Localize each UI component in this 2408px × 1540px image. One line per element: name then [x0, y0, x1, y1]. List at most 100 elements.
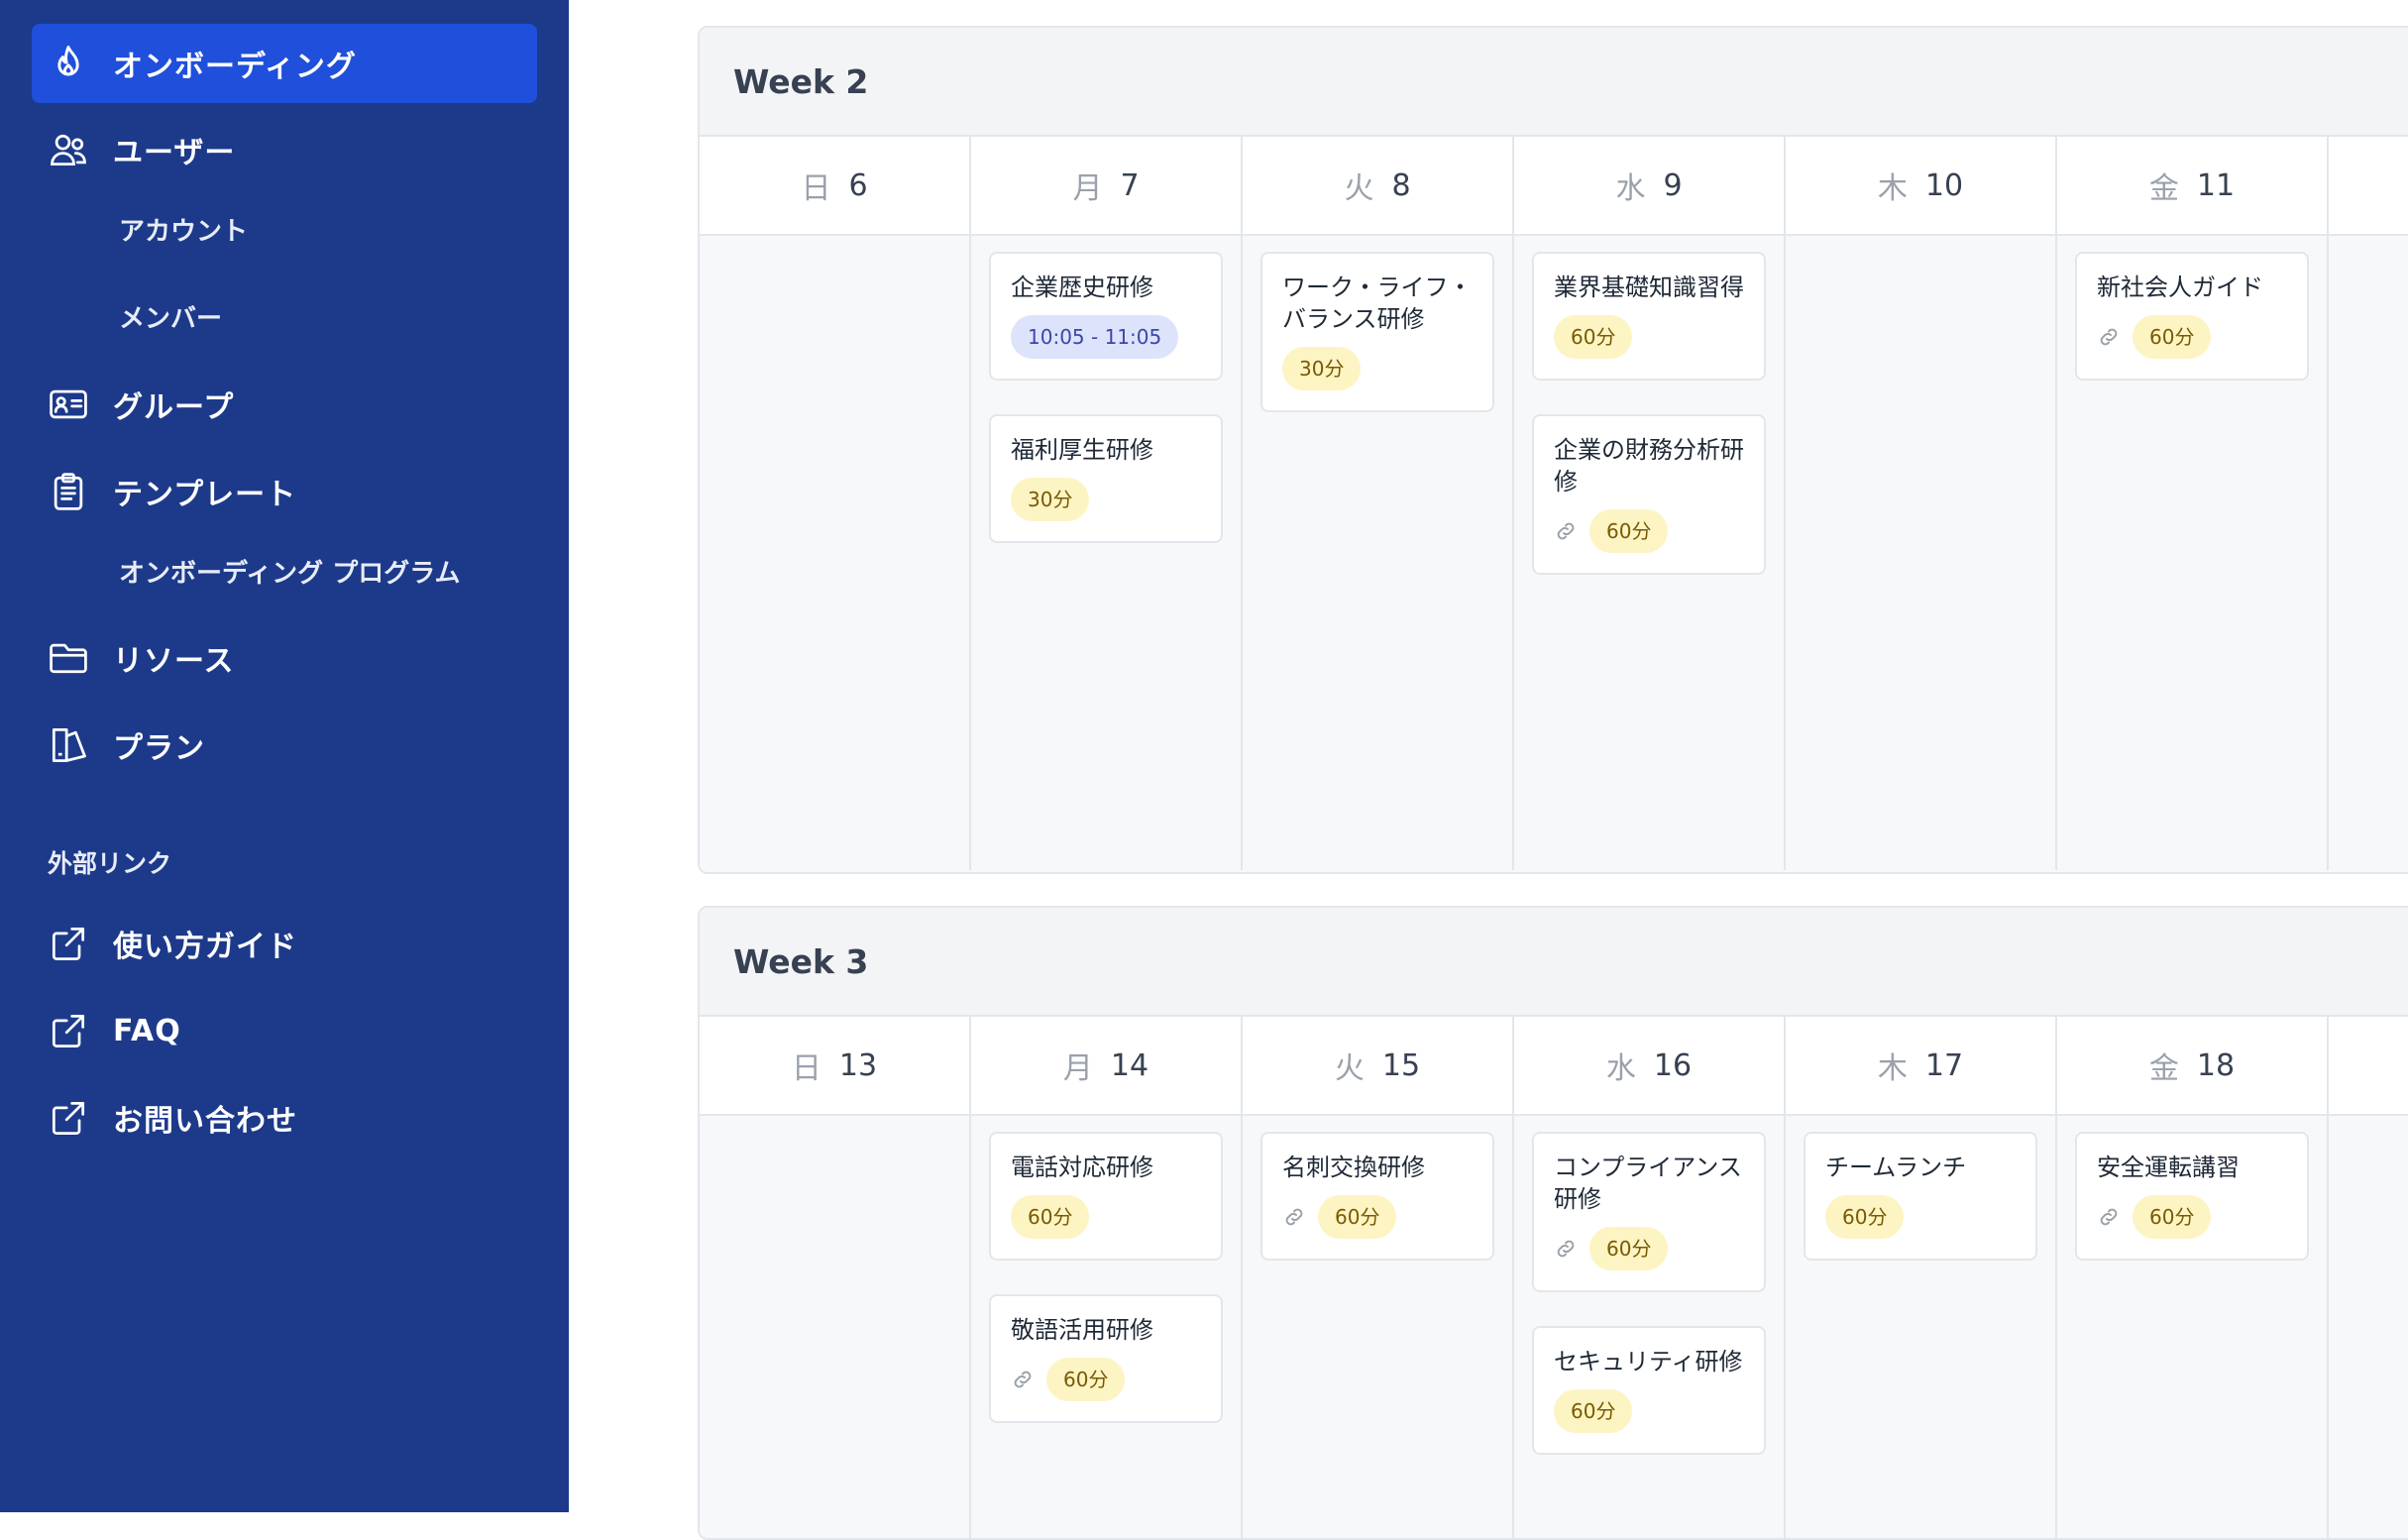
- id-card-icon: [46, 382, 91, 427]
- event-meta: 60分: [1554, 1227, 1746, 1270]
- event-title: 名刺交換研修: [1282, 1154, 1425, 1181]
- event-meta: 30分: [1011, 478, 1203, 521]
- event-meta: 60分: [2097, 1195, 2289, 1239]
- nav-guide[interactable]: 使い方ガイド: [32, 904, 537, 983]
- day-columns: 電話対応研修 60分 敬語活用研修 60分 名刺交換研修 60分 コンプライアンス研修 60分…: [700, 1116, 2408, 1538]
- nav-resources[interactable]: リソース: [32, 618, 537, 698]
- nav-templates[interactable]: テンプレート: [32, 452, 537, 531]
- external-link-icon: [46, 1008, 91, 1053]
- nav-onboarding[interactable]: オンボーディング: [32, 24, 537, 103]
- day-name: 水: [1605, 1051, 1636, 1086]
- clipboard-icon: [46, 469, 91, 514]
- nav-groups[interactable]: グループ: [32, 365, 537, 444]
- flame-icon: [46, 41, 91, 86]
- duration-badge: 30分: [1282, 347, 1362, 390]
- event-card[interactable]: 電話対応研修 60分: [989, 1132, 1223, 1261]
- day-header-cell: [2329, 137, 2408, 234]
- nav-guide-label: 使い方ガイド: [113, 930, 297, 964]
- duration-badge: 60分: [1554, 315, 1633, 359]
- day-column: ワーク・ライフ・バランス研修 30分: [1243, 236, 1514, 870]
- nav-contact-label: お問い合わせ: [113, 1104, 297, 1139]
- day-header-cell: 日6: [700, 137, 971, 234]
- day-name: 金: [2148, 1051, 2179, 1086]
- day-name: 水: [1615, 171, 1646, 206]
- day-name: 日: [801, 171, 831, 206]
- time-badge: 10:05 - 11:05: [1011, 315, 1179, 359]
- nav-sub-onboarding-program[interactable]: オンボーディング プログラム: [119, 541, 460, 601]
- day-date: 13: [838, 1047, 878, 1083]
- day-name: 火: [1344, 171, 1374, 206]
- event-card[interactable]: チームランチ 60分: [1804, 1132, 2037, 1261]
- day-header-cell: [2329, 1017, 2408, 1114]
- link-icon: [2097, 325, 2121, 349]
- event-card[interactable]: セキュリティ研修 60分: [1532, 1326, 1766, 1455]
- event-title: 安全運転講習: [2097, 1154, 2240, 1181]
- duration-badge: 60分: [1318, 1195, 1397, 1239]
- week-header: Week 2: [700, 28, 2408, 137]
- day-column: 電話対応研修 60分 敬語活用研修 60分: [971, 1116, 1243, 1538]
- nav-faq[interactable]: FAQ: [32, 991, 537, 1070]
- day-header-cell: 月7: [971, 137, 1243, 234]
- plan-icon: [46, 722, 91, 768]
- event-card[interactable]: 業界基礎知識習得 60分: [1532, 252, 1766, 381]
- day-column: [1786, 236, 2057, 870]
- day-header-cell: 金 11: [2057, 137, 2329, 234]
- day-date: 6: [848, 167, 868, 203]
- day-name: 金: [2148, 171, 2179, 206]
- day-date: 15: [1381, 1047, 1421, 1083]
- event-title: 福利厚生研修: [1011, 436, 1153, 464]
- day-header-cell: 金 18: [2057, 1017, 2329, 1114]
- week-title: Week 2: [733, 61, 869, 101]
- event-title: 企業の財務分析研修: [1554, 436, 1744, 495]
- nav-plan[interactable]: プラン: [32, 706, 537, 785]
- day-header-row: 日 13 月 14 火 15 水 16 木 17 金 18: [700, 1017, 2408, 1116]
- sidebar: オンボーディング ユーザー アカウント メンバー グループ テンプレート オンボ…: [0, 0, 569, 1512]
- event-card[interactable]: 新社会人ガイド 60分: [2075, 252, 2309, 381]
- day-date: 7: [1120, 167, 1140, 203]
- event-card[interactable]: 名刺交換研修 60分: [1260, 1132, 1494, 1261]
- link-icon: [1554, 519, 1578, 543]
- day-column: [700, 236, 971, 870]
- link-icon: [1011, 1368, 1035, 1391]
- event-meta: 30分: [1282, 347, 1475, 390]
- event-meta: 60分: [1554, 1389, 1746, 1433]
- nav-contact[interactable]: お問い合わせ: [32, 1078, 537, 1157]
- nav-users[interactable]: ユーザー: [32, 110, 537, 189]
- event-card[interactable]: 企業の財務分析研修 60分: [1532, 414, 1766, 575]
- event-meta: 60分: [1554, 509, 1746, 553]
- duration-badge: 30分: [1011, 478, 1090, 521]
- event-card[interactable]: 福利厚生研修 30分: [989, 414, 1223, 543]
- event-card[interactable]: ワーク・ライフ・バランス研修 30分: [1260, 252, 1494, 412]
- nav-sub-members[interactable]: メンバー: [119, 286, 222, 346]
- day-header-cell: 日 13: [700, 1017, 971, 1114]
- event-meta: 60分: [1282, 1195, 1475, 1239]
- day-date: 11: [2196, 167, 2236, 203]
- week-title: Week 3: [733, 941, 869, 981]
- event-title: セキュリティ研修: [1554, 1348, 1743, 1375]
- event-card[interactable]: 安全運転講習 60分: [2075, 1132, 2309, 1261]
- event-title: 新社会人ガイド: [2097, 274, 2263, 301]
- day-name: 日: [791, 1051, 821, 1086]
- event-meta: 10:05 - 11:05: [1011, 315, 1203, 359]
- event-card[interactable]: 敬語活用研修 60分: [989, 1294, 1223, 1423]
- day-column: コンプライアンス研修 60分セキュリティ研修 60分: [1514, 1116, 1786, 1538]
- day-name: 火: [1334, 1051, 1365, 1086]
- event-card[interactable]: コンプライアンス研修 60分: [1532, 1132, 1766, 1292]
- folder-icon: [46, 635, 91, 681]
- week-section: Week 3 日 13 月 14 火 15 水 16 木 17 金 18 電話対応研修 60分 敬語活用研…: [698, 906, 2408, 1540]
- duration-badge: 60分: [1046, 1358, 1126, 1401]
- day-header-cell: 水 16: [1514, 1017, 1786, 1114]
- users-icon: [46, 127, 91, 172]
- nav-resources-label: リソース: [113, 644, 235, 679]
- day-column: 安全運転講習 60分: [2057, 1116, 2329, 1538]
- event-card[interactable]: 企業歴史研修 10:05 - 11:05: [989, 252, 1223, 381]
- day-columns: 企業歴史研修 10:05 - 11:05 福利厚生研修 30分 ワーク・ライフ・バランス…: [700, 236, 2408, 870]
- nav-sub-account[interactable]: アカウント: [119, 199, 248, 259]
- event-meta: 60分: [1011, 1358, 1203, 1401]
- day-column: [2329, 236, 2408, 870]
- nav-groups-label: グループ: [113, 390, 235, 425]
- event-meta: 60分: [2097, 315, 2289, 359]
- duration-badge: 60分: [1011, 1195, 1090, 1239]
- duration-badge: 60分: [1825, 1195, 1905, 1239]
- duration-badge: 60分: [1589, 1227, 1669, 1270]
